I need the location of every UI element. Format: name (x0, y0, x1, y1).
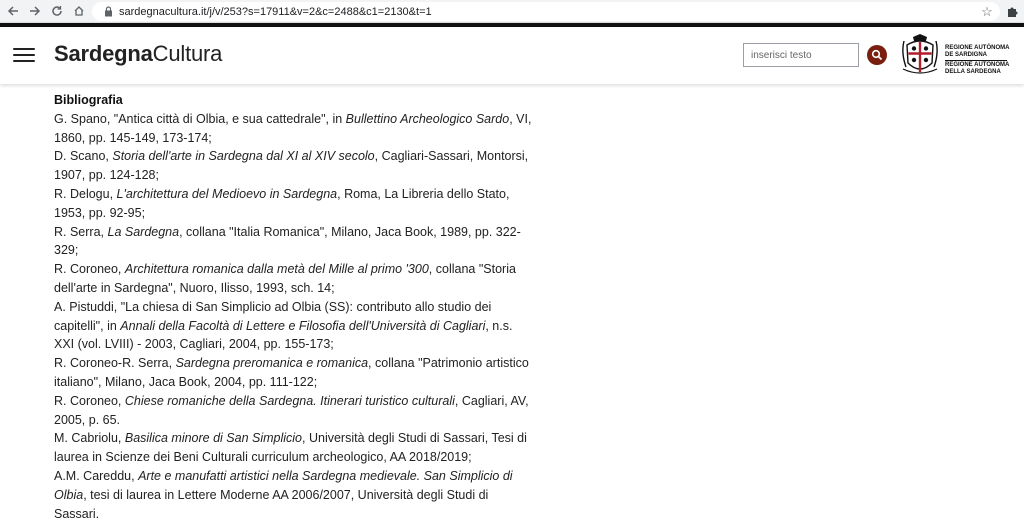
back-arrow-icon[interactable] (2, 0, 24, 23)
bibliography-list: G. Spano, "Antica città di Olbia, e sua … (54, 110, 534, 524)
region-name: REGIONE AUTÒNOMA DE SARDIGNA REGIONE AUT… (945, 45, 1010, 75)
bibliography-entry: D. Scano, Storia dell'arte in Sardegna d… (54, 149, 529, 183)
menu-hamburger-icon[interactable] (13, 47, 35, 63)
search-button[interactable] (867, 45, 887, 65)
search-icon (871, 49, 883, 61)
bibliography-entry: G. Spano, "Antica città di Olbia, e sua … (54, 111, 532, 145)
search-input[interactable] (743, 43, 859, 67)
bibliography-entry: R. Serra, La Sardegna, collana "Italia R… (54, 224, 521, 258)
extensions-puzzle-icon[interactable] (1004, 3, 1020, 20)
brand-light: Cultura (152, 41, 223, 66)
bibliography-section: Bibliografia G. Spano, "Antica città di … (54, 91, 534, 523)
bibliography-entry: R. Delogu, L'architettura del Medioevo i… (54, 186, 510, 220)
brand-bold: Sardegna (54, 41, 153, 66)
bibliography-heading: Bibliografia (54, 93, 123, 107)
bibliography-entry: A. Pistuddi, "La chiesa di San Simplicio… (54, 299, 513, 352)
url-text: sardegnacultura.it/j/v/253?s=17911&v=2&c… (119, 5, 432, 18)
address-bar[interactable]: sardegnacultura.it/j/v/253?s=17911&v=2&c… (92, 2, 1000, 21)
bibliography-entry: M. Cabriolu, Basilica minore di San Simp… (54, 431, 527, 465)
reload-icon[interactable] (46, 0, 68, 23)
site-header: SardegnaCultura REGIONE AUTÒNOMA DE SARD… (0, 27, 1024, 84)
bibliography-entry: R. Coroneo-R. Serra, Sardegna preromanic… (54, 356, 529, 389)
lock-icon (103, 6, 113, 17)
site-logo[interactable]: SardegnaCultura (54, 41, 222, 67)
browser-toolbar: sardegnacultura.it/j/v/253?s=17911&v=2&c… (0, 0, 1024, 23)
bibliography-entry: A.M. Careddu, Arte e manufatti artistici… (54, 468, 513, 521)
bibliography-entry: R. Coroneo, Chiese romaniche della Sarde… (54, 393, 529, 427)
region-crest-logo[interactable] (899, 33, 941, 77)
bibliography-entry: R. Coroneo, Architettura romanica dalla … (54, 262, 516, 295)
bookmark-star-icon[interactable]: ☆ (978, 3, 996, 20)
forward-arrow-icon[interactable] (24, 0, 46, 23)
home-icon[interactable] (68, 0, 90, 23)
